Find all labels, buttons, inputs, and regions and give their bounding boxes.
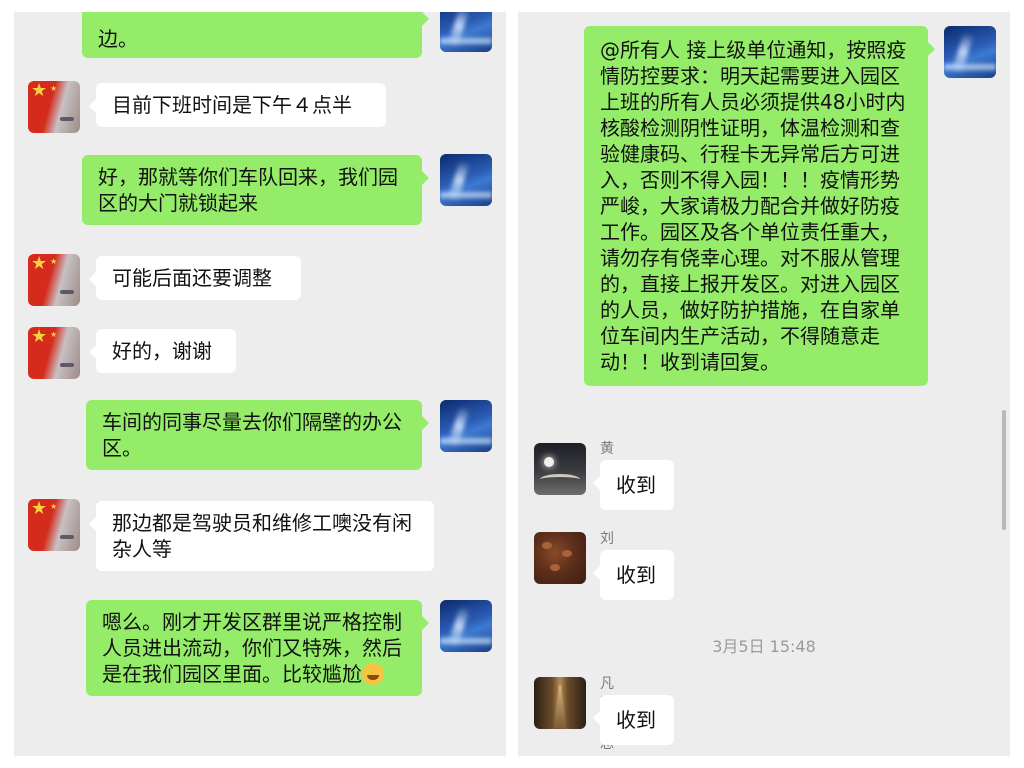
- message-bubble[interactable]: 收到: [593, 695, 674, 745]
- self-avatar[interactable]: [944, 26, 996, 78]
- message-text: 收到: [616, 473, 656, 497]
- scrollbar[interactable]: [1002, 410, 1006, 530]
- message-text: 目前下班时间是下午４点半: [112, 93, 352, 117]
- contact-avatar[interactable]: ★ ★: [28, 81, 80, 133]
- message-bubble[interactable]: 边。: [82, 12, 429, 58]
- self-avatar[interactable]: [440, 600, 492, 652]
- message-bubble[interactable]: 收到: [593, 550, 674, 600]
- message-text: 好，那就等你们车队回来，我们园区的大门就锁起来: [98, 165, 398, 215]
- message-bubble[interactable]: 好的，谢谢: [89, 329, 236, 373]
- contact-avatar[interactable]: ★ ★: [28, 327, 80, 379]
- message-bubble[interactable]: 那边都是驾驶员和维修工噢没有闲杂人等: [89, 501, 434, 571]
- message-text: 可能后面还要调整: [112, 266, 272, 290]
- contact-avatar[interactable]: ★ ★: [28, 254, 80, 306]
- message-bubble[interactable]: 好，那就等你们车队回来，我们园区的大门就锁起来: [82, 155, 429, 225]
- message-text: 收到: [616, 563, 656, 587]
- message-bubble[interactable]: 目前下班时间是下午４点半: [89, 83, 386, 127]
- timestamp: 3月5日 15:48: [712, 637, 816, 656]
- right-chat-panel[interactable]: @所有人 接上级单位通知，按照疫情防控要求：明天起需要进入园区上班的所有人员必须…: [518, 12, 1010, 756]
- moon-bridge-avatar[interactable]: [534, 443, 586, 495]
- announcement-text: @所有人 接上级单位通知，按照疫情防控要求：明天起需要进入园区上班的所有人员必须…: [600, 38, 907, 374]
- self-avatar[interactable]: [440, 12, 492, 52]
- contact-avatar[interactable]: ★ ★: [28, 499, 80, 551]
- left-chat-panel[interactable]: 边。 ★ ★ 目前下班时间是下午４点半 好，那就等你们车队回来，我们园区的大门就锁…: [14, 12, 506, 756]
- food-avatar[interactable]: [534, 532, 586, 584]
- announcement-bubble[interactable]: @所有人 接上级单位通知，按照疫情防控要求：明天起需要进入园区上班的所有人员必须…: [584, 26, 935, 386]
- message-text: 边。: [98, 27, 138, 51]
- message-text: 那边都是驾驶员和维修工噢没有闲杂人等: [112, 511, 412, 561]
- message-bubble[interactable]: 车间的同事尽量去你们隔壁的办公区。: [86, 400, 429, 470]
- message-bubble[interactable]: 可能后面还要调整: [89, 256, 301, 300]
- awkward-laugh-emoji-icon: [362, 663, 384, 685]
- alley-avatar[interactable]: [534, 677, 586, 729]
- message-text: 嗯么。刚才开发区群里说严格控制人员进出流动，你们又特殊，然后是在我们园区里面。比…: [102, 610, 402, 686]
- message-text: 好的，谢谢: [112, 339, 212, 363]
- message-bubble[interactable]: 收到: [593, 460, 674, 510]
- message-text: 收到: [616, 708, 656, 732]
- message-bubble[interactable]: 嗯么。刚才开发区群里说严格控制人员进出流动，你们又特殊，然后是在我们园区里面。比…: [86, 600, 429, 696]
- self-avatar[interactable]: [440, 400, 492, 452]
- message-text: 车间的同事尽量去你们隔壁的办公区。: [102, 410, 402, 460]
- self-avatar[interactable]: [440, 154, 492, 206]
